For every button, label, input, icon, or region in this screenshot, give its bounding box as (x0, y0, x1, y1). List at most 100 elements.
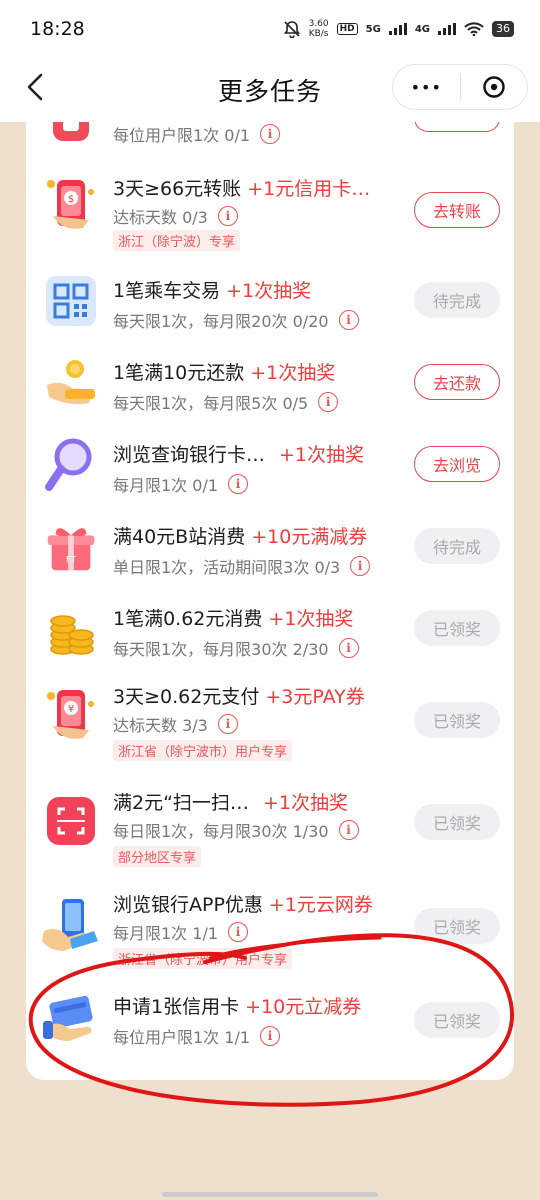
task-title-text: 满2元“扫一扫… (113, 792, 249, 814)
net-speed-value: 3.60 (308, 19, 329, 29)
task-sub-text: 每天限1次，每月限30次 2/30 (113, 640, 329, 659)
task-action-button[interactable]: 已领奖 (414, 908, 500, 944)
signal-icon-2 (438, 23, 456, 35)
task-sub: 每月限1次 1/1 i (113, 920, 249, 944)
task-sub-text: 每位用户限1次 0/1 (113, 126, 251, 145)
task-sub-text: 每天限1次，每月限5次 0/5 (113, 394, 309, 413)
info-icon[interactable]: i (318, 392, 339, 412)
task-reward: +1次抽奖 (262, 792, 348, 814)
signal-icon (388, 23, 407, 35)
task-sub-text: 每月限1次 0/1 (113, 476, 219, 495)
task-reward: +1次抽奖 (226, 280, 312, 302)
task-title-text: 1笔满10元还款 (113, 362, 245, 384)
info-icon[interactable]: i (350, 556, 371, 576)
mini-program-capsule: ••• (392, 64, 528, 110)
task-sub: 每天限1次，每月限5次 0/5 i (113, 390, 339, 414)
region-tag: 浙江（除宁波）专享 (113, 230, 241, 251)
wifi-icon (464, 22, 484, 36)
task-action-button[interactable]: 已领奖 (414, 1002, 500, 1038)
task-action-button[interactable]: 待完成 (414, 528, 500, 564)
task-sub-text: 每位用户限1次 1/1 (113, 1028, 251, 1047)
info-icon[interactable]: i (228, 474, 249, 494)
task-title-text: 1笔满0.62元消费 (113, 608, 263, 630)
svg-text:$: $ (68, 194, 74, 205)
hd-icon: HD (336, 23, 358, 35)
task-title: 满2元“扫一扫… +1次抽奖 (113, 788, 348, 815)
task-item: 浏览银行APP优惠 +1元云网券 每月限1次 1/1 i 浙江省（除宁波市）用户专… (26, 884, 514, 974)
signal-4g-label: 4G (414, 23, 430, 35)
task-sub: 达标天数 0/3 i (113, 204, 238, 228)
close-button[interactable] (461, 65, 528, 109)
home-indicator[interactable] (162, 1192, 378, 1197)
back-button[interactable] (20, 72, 50, 102)
task-sub-text: 达标天数 3/3 (113, 716, 208, 735)
task-title: 3天≥66元转账 +1元信用卡… (113, 174, 370, 201)
task-action-button[interactable]: 已领奖 (414, 610, 500, 646)
task-action-button[interactable]: 待完成 (414, 282, 500, 318)
task-sub-text: 达标天数 0/3 (113, 208, 208, 227)
task-sub: 每月限1次 0/1 i (113, 472, 249, 496)
info-icon[interactable]: i (217, 714, 238, 734)
info-icon[interactable]: i (338, 820, 359, 840)
close-circle-icon (483, 76, 505, 98)
credit-card-hand-icon (40, 988, 102, 1050)
task-action-button[interactable]: 已领奖 (414, 804, 500, 840)
magnifier-icon (40, 434, 102, 496)
task-title-text: 浏览银行APP优惠 (113, 894, 263, 916)
task-title: 满40元B站消费 +10元满减券 (113, 522, 367, 549)
task-title: 1笔乘车交易 +1次抽奖 (113, 276, 311, 303)
task-sub: 每日限1次，每月限30次 1/30 i (113, 818, 359, 842)
task-action-button[interactable]: 去还款 (414, 364, 500, 400)
task-sub: 达标天数 3/3 i (113, 712, 238, 736)
region-tag: 浙江省（除宁波市）用户专享 (113, 740, 293, 761)
task-item: 满2元“扫一扫… +1次抽奖 每日限1次，每月限30次 1/30 i 部分地区专享… (26, 782, 514, 872)
svg-text:¥: ¥ (68, 704, 74, 715)
task-title-text: 浏览查询银行卡… (113, 444, 266, 466)
task-sub-text: 每月限1次 1/1 (113, 924, 219, 943)
task-item: ¥ 3天≥0.62元支付 +3元PAY券 达标天数 3/3 i 浙江省（除宁波市）… (26, 678, 514, 768)
info-icon[interactable]: i (217, 206, 238, 226)
battery-icon: 36 (492, 21, 514, 37)
task-title: 浏览银行APP优惠 +1元云网券 (113, 890, 373, 917)
region-tag: 部分地区专享 (113, 846, 202, 867)
task-icon-partial (40, 122, 102, 154)
info-icon[interactable]: i (260, 124, 281, 144)
info-icon[interactable]: i (338, 638, 359, 658)
page-title: 更多任务 (217, 77, 322, 106)
signal-5g-label: 5G (365, 23, 381, 35)
region-tag: 浙江省（除宁波市）用户专享 (113, 948, 293, 969)
task-item: $ 3天≥66元转账 +1元信用卡… 达标天数 0/3 i 浙江（除宁波）专享 去… (26, 168, 514, 252)
task-reward: +1次抽奖 (279, 444, 365, 466)
info-icon[interactable]: i (260, 1026, 281, 1046)
info-icon[interactable]: i (228, 922, 249, 942)
task-button-partial[interactable] (414, 122, 500, 132)
gift-box-icon: FT (40, 516, 102, 578)
task-title-text: 满40元B站消费 (113, 526, 246, 548)
coin-stack-icon (40, 598, 102, 660)
task-action-button[interactable]: 已领奖 (414, 702, 500, 738)
task-sub-text: 每天限1次，每月限20次 0/20 (113, 312, 329, 331)
task-title-text: 1笔乘车交易 (113, 280, 221, 302)
task-reward: +10元满减券 (251, 526, 368, 548)
task-item: 1笔满0.62元消费 +1次抽奖 每天限1次，每月限30次 2/30 i 已领奖 (26, 598, 514, 668)
task-reward: +1元云网券 (268, 894, 373, 916)
task-sub: 单日限1次，活动期间限3次 0/3 i (113, 554, 371, 578)
task-reward: +1次抽奖 (268, 608, 354, 630)
net-speed: 3.60 KB/s (309, 19, 329, 39)
task-sub: 每位用户限1次 0/1 i (113, 122, 281, 146)
task-title: 3天≥0.62元支付 +3元PAY券 (113, 682, 365, 709)
task-item: 浏览查询银行卡… +1次抽奖 每月限1次 0/1 i 去浏览 (26, 434, 514, 504)
task-sub: 每天限1次，每月限20次 0/20 i (113, 308, 359, 332)
task-action-button[interactable]: 去浏览 (414, 446, 500, 482)
scan-icon (40, 790, 102, 852)
mute-bell-icon (283, 21, 300, 38)
task-title: 1笔满10元还款 +1次抽奖 (113, 358, 335, 385)
task-action-button[interactable]: 去转账 (414, 192, 500, 228)
task-sub-text: 每日限1次，每月限30次 1/30 (113, 822, 329, 841)
qr-code-icon (40, 270, 102, 332)
hand-coin-icon (40, 352, 102, 414)
more-button[interactable]: ••• (393, 65, 460, 109)
phone-hand-icon (40, 894, 102, 956)
info-icon[interactable]: i (338, 310, 359, 330)
back-icon (27, 73, 43, 101)
